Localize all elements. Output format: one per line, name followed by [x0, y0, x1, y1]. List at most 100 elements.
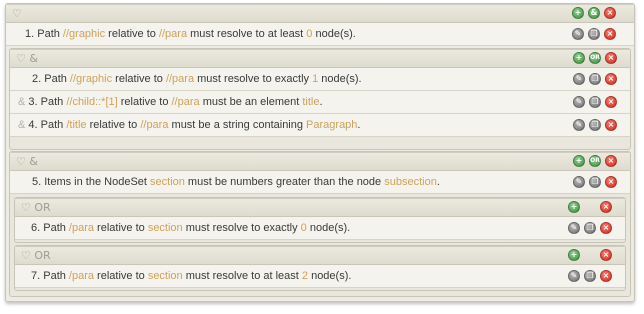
row-segment: relative to	[105, 28, 159, 40]
row-segment: Path	[44, 73, 70, 85]
rule-row: & 4. Path /title relative to //para must…	[10, 114, 630, 137]
group-label: ♡ OR	[21, 249, 51, 262]
add-icon[interactable]: +	[572, 7, 584, 19]
delete-icon[interactable]: ×	[604, 7, 616, 19]
copy-icon[interactable]: ❐	[589, 119, 601, 131]
keyword-link[interactable]: /para	[69, 222, 94, 234]
delete-icon[interactable]: ×	[605, 155, 617, 167]
keyword-link[interactable]: section	[150, 176, 185, 188]
and-button[interactable]: &	[588, 7, 600, 19]
or-button[interactable]: OR	[589, 155, 601, 167]
copy-icon[interactable]: ❐	[589, 96, 601, 108]
group-label: ♡ OR	[21, 201, 51, 214]
add-icon[interactable]: +	[568, 249, 580, 261]
keyword-link[interactable]: section	[148, 222, 183, 234]
row-segment: must resolve to exactly	[182, 222, 301, 234]
row-segment: must be a string containing	[168, 119, 307, 131]
and-group: ♡ & + OR × 2. Path //graphic relative to…	[9, 48, 631, 150]
group-header: ♡ OR + ×	[15, 246, 625, 265]
keyword-link[interactable]: //para	[172, 96, 200, 108]
group-label: ♡ &	[16, 52, 38, 65]
row-segment: .	[436, 176, 440, 188]
row-text: 1. Path //graphic relative to //para mus…	[25, 28, 356, 40]
row-number: 1.	[25, 28, 38, 40]
delete-icon[interactable]: ×	[600, 222, 612, 234]
add-icon[interactable]: +	[568, 201, 580, 213]
group-header: ♡ & + OR ×	[10, 49, 630, 68]
and-prefix: &	[18, 96, 29, 108]
row-segment: Path	[37, 28, 63, 40]
copy-icon[interactable]: ❐	[584, 222, 596, 234]
delete-icon[interactable]: ×	[605, 96, 617, 108]
edit-icon[interactable]: ✎	[573, 176, 585, 188]
row-text: 2. Path //graphic relative to //para mus…	[32, 73, 362, 85]
row-segment: node(s).	[306, 222, 351, 234]
delete-icon[interactable]: ×	[605, 176, 617, 188]
delete-icon[interactable]: ×	[600, 270, 612, 282]
copy-icon[interactable]: ❐	[588, 28, 600, 40]
edit-icon[interactable]: ✎	[568, 222, 580, 234]
row-text: & 4. Path /title relative to //para must…	[18, 119, 360, 131]
keyword-link[interactable]: subsection	[384, 176, 437, 188]
keyword-link[interactable]: /para	[69, 270, 94, 282]
row-segment: relative to	[112, 73, 166, 85]
row-text: 6. Path /para relative to section must r…	[31, 222, 350, 234]
or-group: ♡ OR + × 6. Path /para relative to secti…	[14, 197, 626, 243]
row-number: 4.	[28, 119, 41, 131]
keyword-link[interactable]: //child::*[1]	[66, 96, 117, 108]
edit-icon[interactable]: ✎	[572, 28, 584, 40]
delete-icon[interactable]: ×	[604, 28, 616, 40]
keyword-link[interactable]: //para	[140, 119, 168, 131]
row-number: 7.	[31, 270, 44, 282]
keyword-link[interactable]: Paragraph	[306, 119, 357, 131]
edit-icon[interactable]: ✎	[573, 73, 585, 85]
keyword-link[interactable]: //graphic	[63, 28, 105, 40]
row-number: 2.	[32, 73, 45, 85]
keyword-link[interactable]: section	[148, 270, 183, 282]
rule-row: 2. Path //graphic relative to //para mus…	[10, 68, 630, 91]
add-icon[interactable]: +	[573, 52, 585, 64]
row-text: & 3. Path //child::*[1] relative to //pa…	[18, 96, 323, 108]
copy-icon[interactable]: ❐	[589, 73, 601, 85]
row-number: 3.	[28, 96, 41, 108]
row-segment: must resolve to exactly	[194, 73, 313, 85]
edit-icon[interactable]: ✎	[573, 96, 585, 108]
row-text: 7. Path /para relative to section must r…	[31, 270, 351, 282]
shield-icon: ♡	[12, 7, 22, 20]
copy-icon[interactable]: ❐	[589, 176, 601, 188]
keyword-link[interactable]: //graphic	[70, 73, 112, 85]
root-header: ♡ + & ×	[6, 4, 634, 23]
row-segment: Path	[40, 119, 67, 131]
row-number: 6.	[31, 222, 44, 234]
keyword-link[interactable]: //para	[159, 28, 187, 40]
rule-row: 5. Items in the NodeSet section must be …	[10, 171, 630, 194]
delete-icon[interactable]: ×	[600, 249, 612, 261]
or-group: ♡ OR + × 7. Path /para relative to secti…	[14, 245, 626, 291]
keyword-link[interactable]: /title	[66, 119, 86, 131]
group-label: ♡ &	[16, 155, 38, 168]
add-icon[interactable]: +	[573, 155, 585, 167]
delete-icon[interactable]: ×	[605, 119, 617, 131]
rule-row: & 3. Path //child::*[1] relative to //pa…	[10, 91, 630, 114]
row-segment: must resolve to at least	[187, 28, 307, 40]
edit-icon[interactable]: ✎	[568, 270, 580, 282]
row-segment: Path	[43, 222, 69, 234]
or-button[interactable]: OR	[589, 52, 601, 64]
delete-icon[interactable]: ×	[605, 73, 617, 85]
row-segment: .	[319, 96, 323, 108]
row-segment: relative to	[117, 96, 172, 108]
row-segment: Path	[43, 270, 69, 282]
row-segment: relative to	[94, 222, 148, 234]
row-segment: must resolve to at least	[182, 270, 302, 282]
edit-icon[interactable]: ✎	[573, 119, 585, 131]
delete-icon[interactable]: ×	[600, 201, 612, 213]
keyword-link[interactable]: title	[302, 96, 319, 108]
group-header: ♡ & + OR ×	[10, 152, 630, 171]
and-prefix: &	[18, 119, 29, 131]
row-segment: must be an element	[199, 96, 303, 108]
delete-icon[interactable]: ×	[605, 52, 617, 64]
rule-row: 6. Path /para relative to section must r…	[15, 217, 625, 240]
copy-icon[interactable]: ❐	[584, 270, 596, 282]
group-header: ♡ OR + ×	[15, 198, 625, 217]
keyword-link[interactable]: //para	[166, 73, 194, 85]
